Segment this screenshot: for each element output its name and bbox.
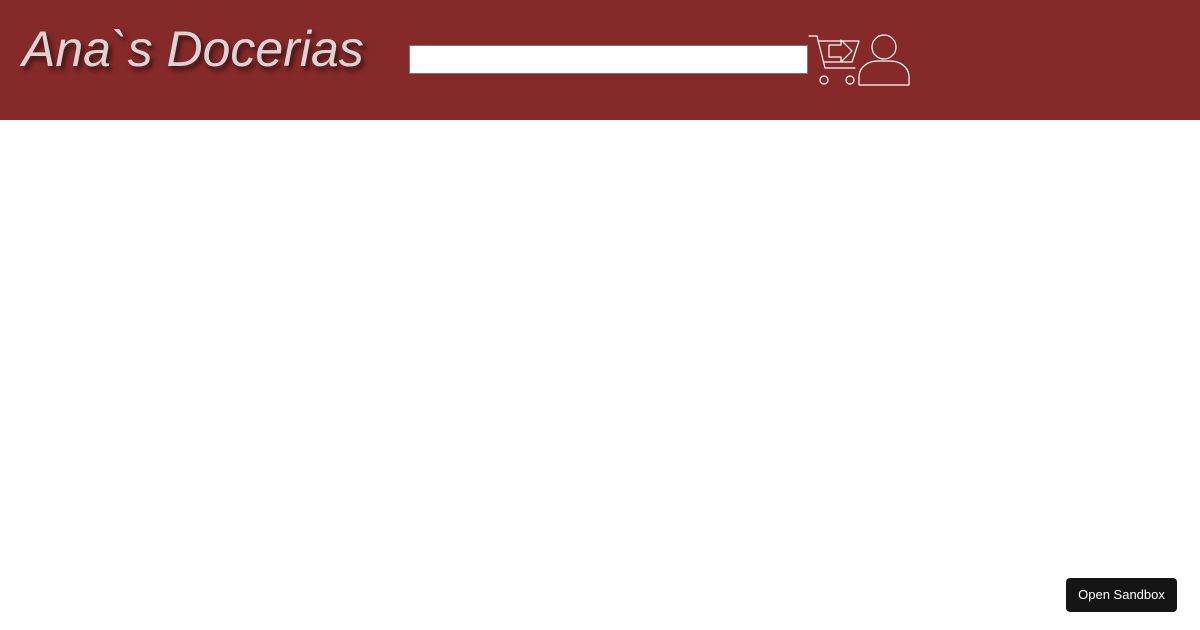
open-sandbox-button[interactable]: Open Sandbox [1066, 578, 1177, 612]
search-input[interactable] [409, 45, 808, 74]
shopping-cart-icon [808, 34, 860, 86]
user-icon [858, 34, 910, 86]
site-header: Ana`s Docerias [0, 0, 1200, 120]
user-button[interactable] [858, 34, 910, 86]
cart-button[interactable] [808, 34, 860, 86]
brand-title: Ana`s Docerias [22, 21, 364, 77]
